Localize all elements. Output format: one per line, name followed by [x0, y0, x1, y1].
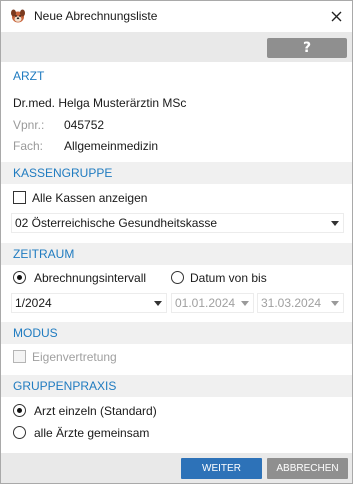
interval-select[interactable]: 1/2024 [11, 293, 167, 313]
billing-interval-radio[interactable] [13, 271, 26, 284]
all-insurers-label: Alle Kassen anzeigen [32, 191, 148, 205]
vpnr-value: 045752 [64, 118, 105, 132]
all-insurers-checkbox[interactable] [13, 191, 26, 204]
title-bar: Neue Abrechnungsliste [1, 1, 352, 32]
close-icon [331, 11, 341, 22]
doctor-name: Dr.med. Helga Musterärztin MSc [13, 96, 187, 110]
next-button[interactable]: WEITER [181, 458, 262, 479]
section-heading-zeitraum: ZEITRAUM [1, 243, 352, 265]
section-heading-gruppenpraxis: GRUPPENPRAXIS [1, 375, 352, 397]
all-doctors-radio[interactable] [13, 426, 26, 439]
self-substitution-label: Eigenvertretung [32, 350, 117, 364]
vpnr-label: Vpnr.: [13, 118, 45, 132]
window-title: Neue Abrechnungsliste [34, 9, 158, 23]
chevron-down-icon [331, 221, 339, 226]
dialog-window: Neue Abrechnungsliste ? ARZT Dr.med. Hel… [0, 0, 353, 484]
toolbar: ? [1, 32, 352, 62]
section-heading-modus: MODUS [1, 322, 352, 344]
to-date-value: 31.03.2024 [261, 296, 322, 310]
cancel-button[interactable]: ABBRECHEN [267, 458, 348, 479]
to-date-select[interactable]: 31.03.2024 [257, 293, 344, 313]
chevron-down-icon [331, 301, 339, 306]
app-logo-icon [10, 8, 26, 24]
date-range-radio[interactable] [171, 271, 184, 284]
fach-value: Allgemeinmedizin [64, 139, 159, 153]
section-heading-arzt: ARZT [1, 65, 352, 87]
all-doctors-label: alle Ärzte gemeinsam [34, 426, 150, 440]
date-range-label: Datum von bis [190, 271, 267, 285]
chevron-down-icon [241, 301, 249, 306]
doctor-single-radio[interactable] [13, 404, 26, 417]
section-heading-kassengruppe: KASSENGRUPPE [1, 162, 352, 184]
fach-label: Fach: [13, 139, 44, 153]
from-date-value: 01.01.2024 [175, 296, 236, 310]
help-icon: ? [302, 40, 312, 56]
dialog-footer: WEITER ABBRECHEN [1, 453, 352, 483]
from-date-select[interactable]: 01.01.2024 [171, 293, 254, 313]
insurer-select[interactable]: 02 Österreichische Gesundheitskasse [11, 213, 344, 233]
self-substitution-checkbox[interactable] [13, 350, 26, 363]
chevron-down-icon [154, 301, 162, 306]
interval-select-value: 1/2024 [15, 296, 52, 310]
close-button[interactable] [320, 1, 352, 32]
doctor-single-label: Arzt einzeln (Standard) [34, 404, 157, 418]
help-button[interactable]: ? [267, 38, 347, 58]
billing-interval-label: Abrechnungsintervall [34, 271, 147, 285]
insurer-select-value: 02 Österreichische Gesundheitskasse [15, 216, 218, 230]
